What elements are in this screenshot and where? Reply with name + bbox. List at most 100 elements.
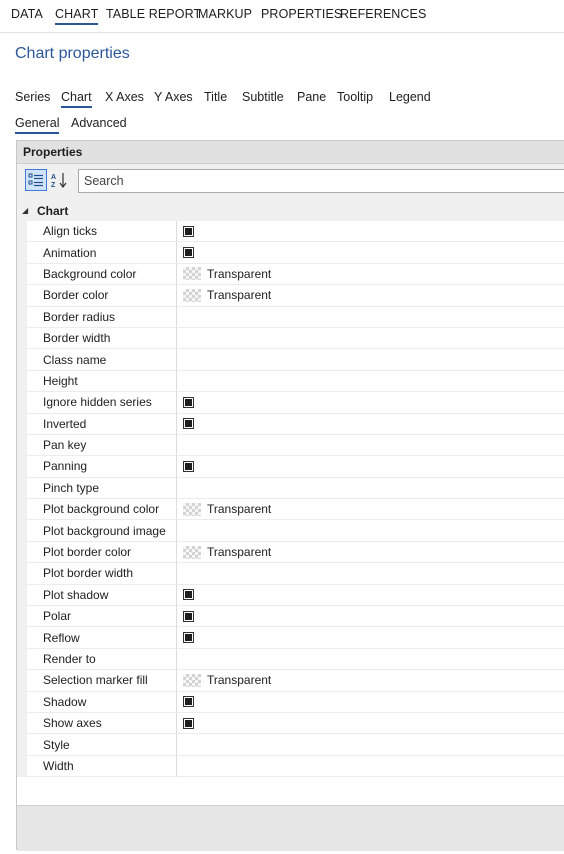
tab-tooltip[interactable]: Tooltip <box>337 90 373 104</box>
property-value[interactable] <box>177 371 564 393</box>
menu-properties[interactable]: PROPERTIES <box>261 7 342 21</box>
checkbox[interactable] <box>183 225 194 237</box>
property-value[interactable] <box>177 435 564 457</box>
property-value[interactable] <box>177 392 564 414</box>
property-row[interactable]: Align ticks <box>17 221 564 243</box>
property-value[interactable] <box>177 713 564 735</box>
tab-x-axes[interactable]: X Axes <box>105 90 144 104</box>
checkbox[interactable] <box>183 247 194 259</box>
property-row[interactable]: Selection marker fill Transparent <box>17 670 564 692</box>
property-row[interactable]: Reflow <box>17 627 564 649</box>
property-name: Plot border width <box>27 563 177 585</box>
color-value-text: Transparent <box>207 266 272 281</box>
property-name: Plot shadow <box>27 584 177 607</box>
property-row[interactable]: Shadow <box>17 691 564 713</box>
property-row[interactable]: Animation <box>17 242 564 264</box>
property-value[interactable] <box>177 734 564 756</box>
row-gutter <box>17 670 27 692</box>
property-value[interactable] <box>177 349 564 371</box>
property-value[interactable] <box>177 307 564 328</box>
transparent-swatch-icon[interactable] <box>183 545 201 559</box>
property-row[interactable]: Class name <box>17 349 564 371</box>
property-value[interactable] <box>177 221 564 243</box>
property-row[interactable]: Polar <box>17 606 564 628</box>
menu-markup[interactable]: MARKUP <box>198 7 252 21</box>
tab-y-axes[interactable]: Y Axes <box>154 90 193 104</box>
property-value[interactable] <box>177 328 564 350</box>
property-row[interactable]: Plot background image <box>17 520 564 542</box>
property-row[interactable]: Panning <box>17 456 564 478</box>
property-row[interactable]: Height <box>17 370 564 393</box>
transparent-swatch-icon[interactable] <box>183 502 201 516</box>
property-value[interactable] <box>177 649 564 671</box>
tab-general[interactable]: General <box>15 116 60 134</box>
property-row[interactable]: Width <box>17 755 564 778</box>
property-value[interactable] <box>177 414 564 435</box>
property-name: Plot border color <box>27 541 177 564</box>
property-row[interactable]: Plot border width <box>17 563 564 585</box>
tab-series[interactable]: Series <box>15 90 50 104</box>
property-value[interactable]: Transparent <box>177 264 564 286</box>
search-input[interactable] <box>79 170 564 192</box>
checkbox[interactable] <box>183 460 194 472</box>
property-name: Class name <box>27 349 177 371</box>
category-row[interactable]: ◢ Chart <box>17 201 564 221</box>
property-row[interactable]: Border radius <box>17 306 564 328</box>
transparent-swatch-icon[interactable] <box>183 267 201 281</box>
top-menu: DATA CHART TABLE REPORT MARKUP PROPERTIE… <box>0 0 564 33</box>
property-row[interactable]: Style <box>17 734 564 756</box>
property-row[interactable]: Ignore hidden series <box>17 392 564 414</box>
property-value[interactable] <box>177 585 564 607</box>
checkbox[interactable] <box>183 589 194 601</box>
property-row[interactable]: Background color Transparent <box>17 263 564 286</box>
property-value[interactable]: Transparent <box>177 499 564 521</box>
property-row[interactable]: Plot border color Transparent <box>17 541 564 564</box>
alphabetical-sort-button[interactable]: A Z <box>48 169 70 191</box>
svg-text:A: A <box>51 174 56 181</box>
property-row[interactable]: Plot background color Transparent <box>17 499 564 521</box>
checkbox[interactable] <box>183 696 194 708</box>
checkbox[interactable] <box>183 610 194 622</box>
collapse-triangle-icon[interactable]: ◢ <box>22 206 28 215</box>
property-row[interactable]: Plot shadow <box>17 584 564 607</box>
property-row[interactable]: Show axes <box>17 712 564 735</box>
alphabetical-sort-icon: A Z <box>51 173 67 189</box>
tab-legend[interactable]: Legend <box>389 90 431 104</box>
property-value[interactable] <box>177 478 564 500</box>
menu-references[interactable]: REFERENCES <box>340 7 426 21</box>
property-value[interactable] <box>177 692 564 713</box>
property-value[interactable] <box>177 627 564 649</box>
property-row[interactable]: Render to <box>17 648 564 671</box>
property-value[interactable]: Transparent <box>177 285 564 307</box>
tab-chart[interactable]: Chart <box>61 90 92 108</box>
menu-data[interactable]: DATA <box>11 7 43 21</box>
tab-title[interactable]: Title <box>204 90 227 104</box>
tab-advanced[interactable]: Advanced <box>71 116 127 130</box>
property-value[interactable] <box>177 563 564 585</box>
transparent-swatch-icon[interactable] <box>183 288 201 302</box>
checkbox[interactable] <box>183 396 194 408</box>
property-row[interactable]: Pinch type <box>17 477 564 500</box>
property-value[interactable] <box>177 456 564 478</box>
menu-table-report[interactable]: TABLE REPORT <box>106 7 201 21</box>
property-value[interactable] <box>177 756 564 778</box>
checkbox[interactable] <box>183 632 194 644</box>
property-name: Border width <box>27 327 177 350</box>
property-value[interactable] <box>177 242 564 264</box>
tab-pane[interactable]: Pane <box>297 90 326 104</box>
checkbox[interactable] <box>183 717 194 729</box>
transparent-swatch-icon[interactable] <box>183 673 201 687</box>
property-value[interactable] <box>177 606 564 628</box>
categorized-sort-button[interactable] <box>25 169 47 191</box>
checkbox[interactable] <box>183 418 194 430</box>
property-rows: Align ticks Animation Background color Tran… <box>17 221 564 778</box>
tab-subtitle[interactable]: Subtitle <box>242 90 284 104</box>
property-value[interactable]: Transparent <box>177 670 564 692</box>
property-row[interactable]: Border width <box>17 327 564 350</box>
menu-chart[interactable]: CHART <box>55 7 99 25</box>
property-row[interactable]: Pan key <box>17 434 564 457</box>
property-row[interactable]: Inverted <box>17 413 564 435</box>
property-value[interactable]: Transparent <box>177 542 564 564</box>
property-value[interactable] <box>177 520 564 542</box>
property-row[interactable]: Border color Transparent <box>17 285 564 307</box>
